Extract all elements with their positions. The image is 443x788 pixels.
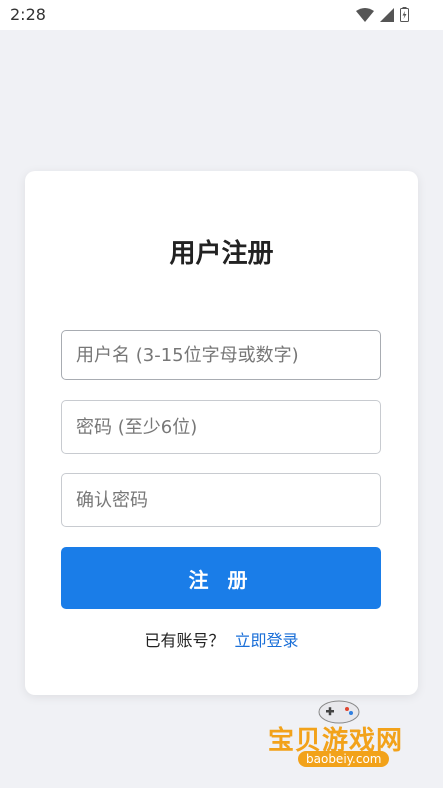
login-link[interactable]: 立即登录 <box>235 631 299 650</box>
wifi-icon <box>356 7 374 22</box>
confirm-password-input[interactable] <box>61 473 381 527</box>
status-icons <box>356 7 409 22</box>
register-button[interactable]: 注 册 <box>61 547 381 609</box>
status-time: 2:28 <box>10 5 46 24</box>
battery-icon <box>400 7 409 22</box>
password-input[interactable] <box>61 400 381 454</box>
status-bar: 2:28 <box>0 0 443 30</box>
login-prompt: 已有账号？ 立即登录 <box>25 627 418 651</box>
watermark-logo: 宝贝游戏网 baobeiy.com <box>268 696 418 776</box>
has-account-text: 已有账号？ <box>144 631 225 650</box>
watermark-domain: baobeiy.com <box>298 751 390 767</box>
username-input[interactable] <box>61 330 381 380</box>
signal-icon <box>380 7 394 22</box>
register-card: 用户注册 注 册 已有账号？ 立即登录 <box>25 171 418 695</box>
page-title: 用户注册 <box>169 239 274 269</box>
